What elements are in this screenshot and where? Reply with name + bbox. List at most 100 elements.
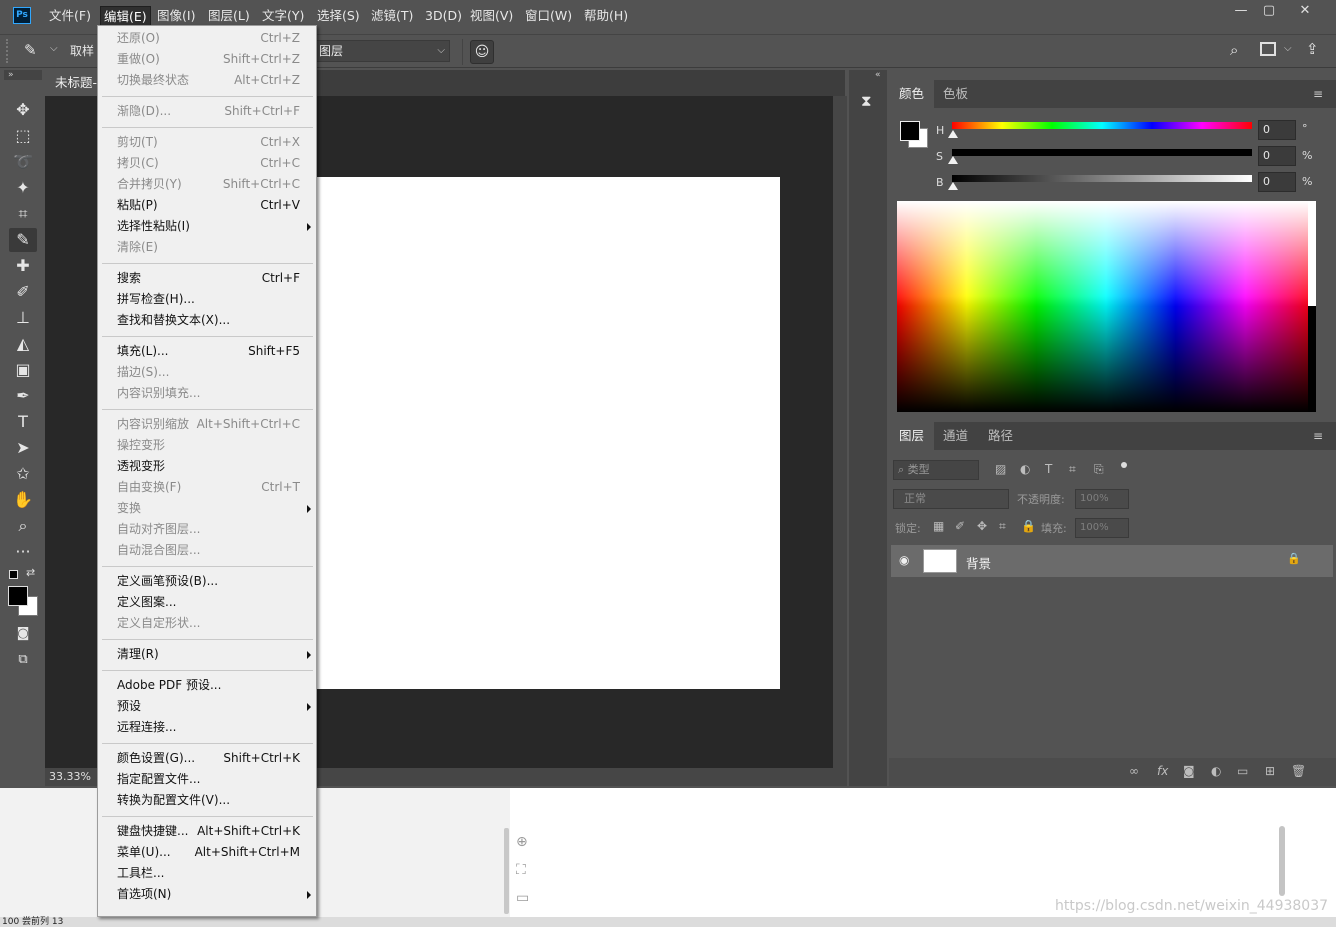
panel-menu-icon[interactable]: ≡	[1313, 87, 1323, 101]
brush-tool-icon[interactable]: ✐	[9, 280, 37, 304]
target-icon[interactable]: ⊕	[516, 834, 528, 850]
lock-position-icon[interactable]: ✥	[977, 519, 987, 533]
sampling-ring-icon[interactable]: ☺	[470, 40, 494, 64]
edit-menu-item[interactable]: 重做(O) Shift+Ctrl+Z	[98, 49, 316, 70]
menu-5[interactable]: 选择(S)	[314, 6, 363, 26]
tab-channels[interactable]: 通道	[933, 422, 978, 450]
edit-menu-item[interactable]: 切换最终状态 Alt+Ctrl+Z	[98, 70, 316, 91]
spectrum-white-strip[interactable]	[1308, 201, 1316, 306]
menu-3[interactable]: 图层(L)	[205, 6, 253, 26]
saturation-slider-thumb[interactable]	[948, 156, 958, 164]
delete-layer-icon[interactable]: 🗑	[1291, 764, 1306, 778]
edit-menu-item[interactable]: 定义自定形状...	[98, 613, 316, 634]
toolbar-collapse-icon[interactable]: »	[4, 70, 42, 80]
tab-swatches[interactable]: 色板	[933, 80, 978, 108]
edit-menu-item[interactable]: 剪切(T) Ctrl+X	[98, 132, 316, 153]
tab-paths[interactable]: 路径	[978, 422, 1023, 450]
edit-menu-item[interactable]: 清理(R)	[98, 644, 316, 665]
filter-smart-object-icon[interactable]: ⎘	[1094, 462, 1104, 477]
edit-menu-item[interactable]: 颜色设置(G)... Shift+Ctrl+K	[98, 748, 316, 769]
pen-tool-icon[interactable]: ✒	[9, 384, 37, 408]
search-icon[interactable]: ⌕	[1230, 41, 1238, 59]
edit-menu-item[interactable]: 自动混合图层...	[98, 540, 316, 561]
layer-row[interactable]: ◉ 背景 🔒	[891, 545, 1333, 577]
brightness-slider[interactable]	[952, 175, 1252, 182]
menu-6[interactable]: 滤镜(T)	[368, 6, 416, 26]
edit-menu-item[interactable]: 填充(L)... Shift+F5	[98, 341, 316, 362]
layer-filter-select[interactable]: ⌕ 类型	[893, 460, 979, 480]
edit-menu-item[interactable]: Adobe PDF 预设...	[98, 675, 316, 696]
type-tool-icon[interactable]: T	[9, 410, 37, 434]
edit-menu-item[interactable]: 首选项(N)	[98, 884, 316, 905]
link-layers-icon[interactable]: ∞	[1129, 764, 1139, 778]
add-mask-icon[interactable]: ◙	[1183, 764, 1195, 778]
menu-8[interactable]: 视图(V)	[467, 6, 516, 26]
laptop-icon[interactable]: ▭	[516, 890, 529, 906]
edit-menu-item[interactable]: 透视变形	[98, 456, 316, 477]
zoom-level[interactable]: 33.33%	[49, 770, 91, 783]
dock-collapse-icon[interactable]: «	[875, 70, 881, 80]
eyedropper-tool-icon[interactable]: ✎	[9, 228, 37, 252]
tab-layers[interactable]: 图层	[889, 422, 935, 450]
filter-type-icon[interactable]: T	[1045, 462, 1052, 476]
hand-tool-icon[interactable]: ✋	[9, 488, 37, 512]
layer-style-icon[interactable]: fx	[1157, 764, 1168, 778]
filter-adjustment-icon[interactable]: ◐	[1020, 462, 1030, 476]
color-spectrum[interactable]	[897, 201, 1315, 412]
edit-menu-item[interactable]: 指定配置文件...	[98, 769, 316, 790]
healing-brush-tool-icon[interactable]: ✚	[9, 254, 37, 278]
layer-name[interactable]: 背景	[966, 553, 991, 572]
edit-menu-item[interactable]: 描边(S)...	[98, 362, 316, 383]
edit-menu-item[interactable]: 键盘快捷键... Alt+Shift+Ctrl+K	[98, 821, 316, 842]
opacity-input[interactable]: 100%	[1075, 489, 1129, 509]
vertical-scrollbar[interactable]	[833, 96, 847, 786]
lock-transparent-icon[interactable]: ▦	[933, 519, 944, 533]
edit-menu-item[interactable]: 选择性粘贴(I)	[98, 216, 316, 237]
fill-input[interactable]: 100%	[1075, 518, 1129, 538]
edit-menu-item[interactable]: 自由变换(F) Ctrl+T	[98, 477, 316, 498]
menu-10[interactable]: 帮助(H)	[581, 6, 631, 26]
lock-all-icon[interactable]: 🔒	[1021, 519, 1036, 533]
edit-menu-item[interactable]: 拷贝(C) Ctrl+C	[98, 153, 316, 174]
lasso-tool-icon[interactable]: ➰	[9, 150, 37, 174]
edit-menu-item[interactable]: 渐隐(D)... Shift+Ctrl+F	[98, 101, 316, 122]
filter-toggle-icon[interactable]	[1121, 462, 1127, 468]
new-group-icon[interactable]: ▭	[1237, 764, 1248, 778]
history-panel-icon[interactable]: ⧗	[861, 92, 872, 110]
quick-mask-icon[interactable]: ◙	[9, 622, 37, 646]
menu-9[interactable]: 窗口(W)	[522, 6, 575, 26]
saturation-slider[interactable]	[952, 149, 1252, 156]
visibility-eye-icon[interactable]: ◉	[899, 553, 909, 567]
eraser-tool-icon[interactable]: ◭	[9, 332, 37, 356]
panel-menu-icon[interactable]: ≡	[1313, 429, 1323, 443]
magic-wand-tool-icon[interactable]: ✦	[9, 176, 37, 200]
edit-menu-item[interactable]: 拼写检查(H)...	[98, 289, 316, 310]
menu-0[interactable]: 文件(F)	[46, 6, 94, 26]
workspace-icon[interactable]	[1260, 42, 1276, 56]
edit-menu-item[interactable]: 定义图案...	[98, 592, 316, 613]
edit-menu-item[interactable]: 定义画笔预设(B)...	[98, 571, 316, 592]
sample-layer-select[interactable]: 图层 ⌵	[316, 40, 450, 62]
edit-menu-item[interactable]: 内容识别缩放 Alt+Shift+Ctrl+C	[98, 414, 316, 435]
transform-icon[interactable]: ⛶	[516, 862, 526, 878]
path-selection-tool-icon[interactable]: ➤	[9, 436, 37, 460]
blend-mode-select[interactable]: 正常	[893, 489, 1009, 509]
edit-menu-item[interactable]: 转换为配置文件(V)...	[98, 790, 316, 811]
spectrum-black-strip[interactable]	[1308, 306, 1316, 412]
eyedropper-icon[interactable]: ✎	[24, 41, 44, 61]
gradient-tool-icon[interactable]: ▣	[9, 358, 37, 382]
edit-menu-item[interactable]: 内容识别填充...	[98, 383, 316, 404]
edit-menu-item[interactable]: 菜单(U)... Alt+Shift+Ctrl+M	[98, 842, 316, 863]
lock-artboard-icon[interactable]: ⌗	[999, 519, 1006, 534]
clone-stamp-tool-icon[interactable]: ⊥	[9, 306, 37, 330]
edit-menu-item[interactable]: 操控变形	[98, 435, 316, 456]
marquee-tool-icon[interactable]: ⬚	[9, 124, 37, 148]
screen-mode-icon[interactable]: ⧉	[9, 648, 37, 672]
more-tools-icon[interactable]: ···	[9, 540, 37, 564]
color-foreground-swatch[interactable]	[900, 121, 920, 141]
foreground-color-swatch[interactable]	[8, 586, 28, 606]
hue-slider[interactable]	[952, 122, 1252, 129]
close-button[interactable]: ✕	[1288, 0, 1322, 22]
document-canvas[interactable]	[312, 177, 780, 689]
tab-color[interactable]: 颜色	[889, 80, 935, 108]
